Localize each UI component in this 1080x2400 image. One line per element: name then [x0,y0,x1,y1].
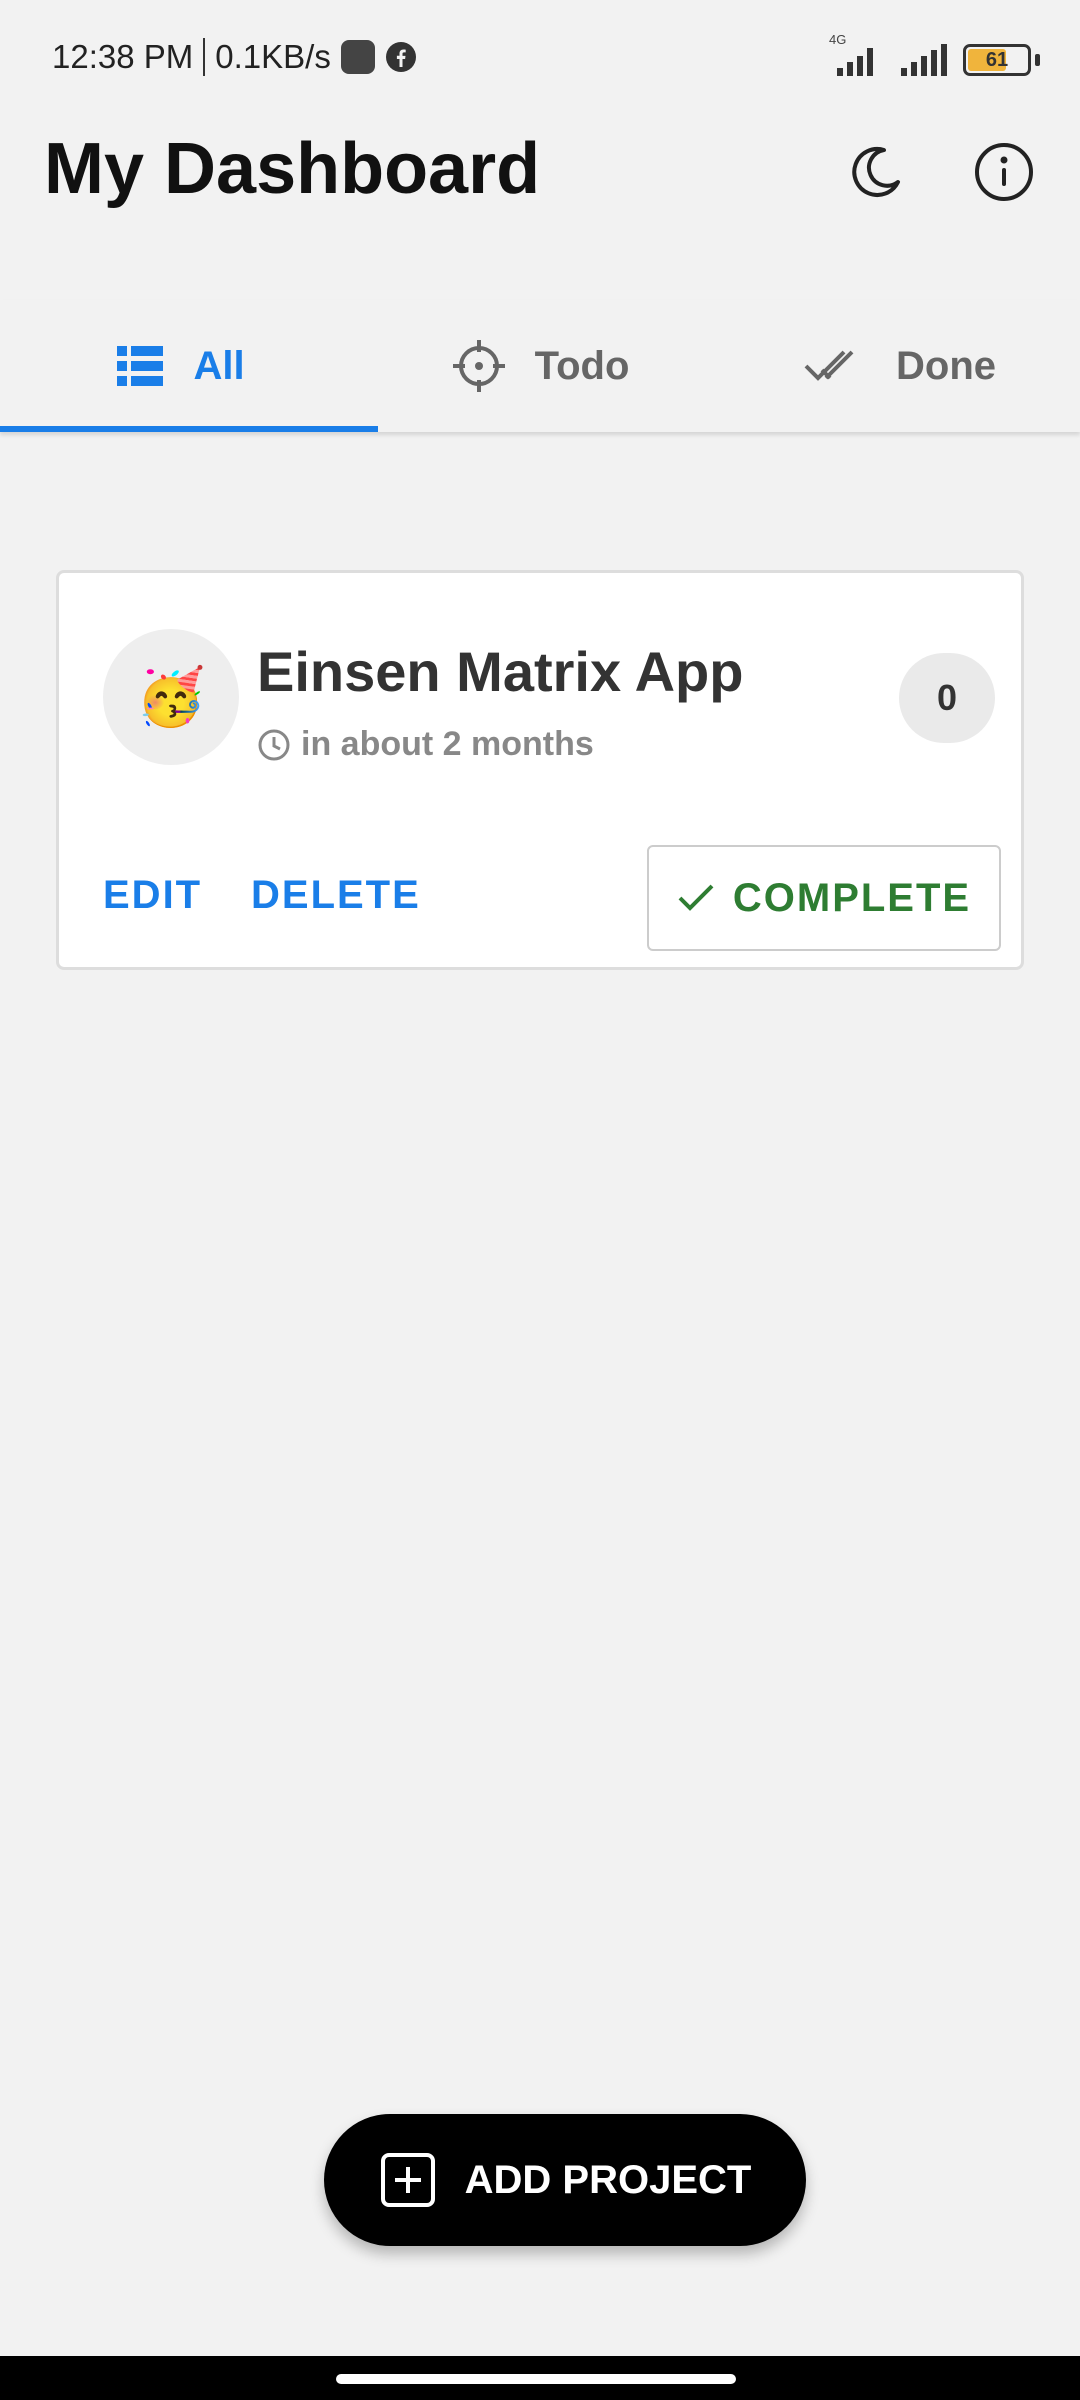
project-title: Einsen Matrix App [257,640,744,703]
status-bar: 12:38 PM 0.1KB/s 4G 61 [0,0,1080,120]
status-time: 12:38 PM [52,38,194,75]
info-button[interactable] [968,136,1040,208]
party-emoji-icon: 🥳 [136,665,206,728]
edit-button[interactable]: EDIT [103,873,202,918]
battery-tip [1035,54,1040,66]
check-icon [678,884,714,911]
tab-done[interactable]: Done [720,300,1080,432]
complete-label: COMPLETE [732,875,972,920]
home-gesture-handle[interactable] [336,2374,736,2384]
signal-4g-icon: 4G [823,32,883,80]
network-label: 4G [829,32,847,47]
dark-mode-button[interactable] [840,136,912,208]
add-project-button[interactable]: ADD PROJECT [324,2114,806,2246]
complete-button[interactable]: COMPLETE [647,845,1001,951]
app-header: My Dashboard [0,120,1080,320]
tab-all-label: All [193,343,245,388]
tab-indicator [0,426,378,432]
tab-bar: All Todo Done [0,300,1080,432]
list-icon [117,346,164,386]
tab-all[interactable]: All [0,300,378,432]
add-project-label: ADD PROJECT [464,2157,752,2202]
tab-done-label: Done [896,343,996,388]
project-due: in about 2 months [257,725,594,764]
facebook-icon [385,42,416,72]
system-nav-bar [0,2356,1080,2400]
status-separator [203,38,206,76]
battery-icon: 61 [963,44,1031,76]
moon-icon [852,147,900,197]
clock-icon [258,729,290,760]
status-speed: 0.1KB/s [215,38,331,75]
signal-icon [901,44,947,76]
project-due-text: in about 2 months [301,725,594,763]
crosshair-icon [452,340,505,392]
plus-square-icon [380,2153,435,2207]
tab-todo-label: Todo [534,343,630,388]
status-left: 12:38 PM 0.1KB/s [52,38,417,76]
project-card[interactable]: 🥳 Einsen Matrix App in about 2 months 0 … [56,570,1024,970]
task-count-badge: 0 [899,653,995,743]
tab-todo[interactable]: Todo [360,300,720,432]
page-title: My Dashboard [44,129,541,209]
info-icon [975,143,1033,201]
project-avatar: 🥳 [103,629,239,765]
battery-level: 61 [985,48,1009,71]
double-check-icon [804,350,854,381]
delete-button[interactable]: DELETE [251,873,421,918]
status-right: 4G 61 [823,32,1040,80]
notification-square-icon [340,40,375,74]
